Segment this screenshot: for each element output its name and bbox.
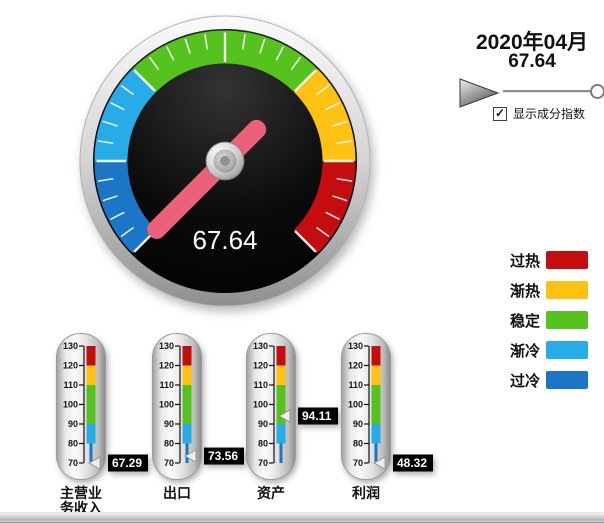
show-components-label: 显示成分指数 xyxy=(513,105,585,122)
legend-item: 稳定 xyxy=(498,311,588,329)
svg-text:80: 80 xyxy=(353,439,363,449)
gauge-hub xyxy=(206,142,244,180)
legend-swatch xyxy=(546,281,588,299)
thermometer-chart: 70 80 90 100 110 120 130 48.32 利润 xyxy=(341,333,441,490)
value-tag: 73.56 xyxy=(204,448,244,465)
thermometer-tube: 70 80 90 100 110 120 130 94.11 xyxy=(246,333,346,485)
prosperity-dashboard: 67.64 2020年04月 67.64 ✓ 显示成分指数 过热渐热稳定渐冷过冷 xyxy=(0,0,604,523)
svg-text:130: 130 xyxy=(63,341,78,351)
svg-text:73.56: 73.56 xyxy=(208,449,238,463)
value-tag: 48.32 xyxy=(393,455,433,472)
svg-text:100: 100 xyxy=(253,400,268,410)
thermometer-label: 出口 xyxy=(153,486,201,501)
svg-text:130: 130 xyxy=(253,341,268,351)
legend-item-label: 过热 xyxy=(498,250,540,271)
legend-swatch xyxy=(546,311,588,329)
svg-text:120: 120 xyxy=(348,361,363,371)
thermometer-chart: 70 80 90 100 110 120 130 67.29 主营业务收入 xyxy=(56,333,156,490)
svg-text:90: 90 xyxy=(258,419,268,429)
svg-text:120: 120 xyxy=(63,361,78,371)
legend-item-label: 稳定 xyxy=(498,310,540,331)
svg-text:130: 130 xyxy=(348,341,363,351)
svg-text:100: 100 xyxy=(63,400,78,410)
thermometer-tube: 70 80 90 100 110 120 130 48.32 xyxy=(341,333,441,485)
svg-text:90: 90 xyxy=(164,419,174,429)
timeline-slider-handle[interactable] xyxy=(590,84,604,99)
svg-text:130: 130 xyxy=(159,341,174,351)
legend-item: 过热 xyxy=(498,251,588,269)
svg-text:110: 110 xyxy=(159,380,174,390)
svg-text:120: 120 xyxy=(159,361,174,371)
thermometer-chart: 70 80 90 100 110 120 130 94.11 资产 xyxy=(246,333,346,490)
svg-text:67.29: 67.29 xyxy=(112,456,142,470)
timeline-slider-track[interactable] xyxy=(503,90,599,93)
show-components-row: ✓ 显示成分指数 xyxy=(493,105,585,122)
show-components-checkbox[interactable]: ✓ xyxy=(493,107,507,121)
thermometer-label: 资产 xyxy=(247,486,295,501)
svg-text:70: 70 xyxy=(68,458,78,468)
thermometer-label: 利润 xyxy=(342,486,390,501)
svg-text:80: 80 xyxy=(68,439,78,449)
thermometer-chart: 70 80 90 100 110 120 130 73.56 出口 xyxy=(152,333,252,490)
svg-text:120: 120 xyxy=(253,361,268,371)
svg-text:70: 70 xyxy=(164,458,174,468)
gauge-value-label: 67.64 xyxy=(192,225,257,255)
svg-text:110: 110 xyxy=(348,380,363,390)
prosperity-index-gauge: 67.64 xyxy=(75,15,375,307)
svg-text:48.32: 48.32 xyxy=(397,456,427,470)
legend-swatch xyxy=(546,251,588,269)
svg-text:110: 110 xyxy=(253,380,268,390)
legend-item-label: 渐热 xyxy=(498,280,540,301)
svg-text:110: 110 xyxy=(63,380,78,390)
svg-text:90: 90 xyxy=(68,419,78,429)
index-value-label: 67.64 xyxy=(452,51,604,73)
play-icon xyxy=(460,79,498,107)
value-tag: 94.11 xyxy=(298,407,338,424)
svg-text:70: 70 xyxy=(353,458,363,468)
thermometers: 70 80 90 100 110 120 130 67.29 主营业务收入 xyxy=(0,333,604,523)
svg-text:90: 90 xyxy=(353,419,363,429)
svg-text:70: 70 xyxy=(258,458,268,468)
thermometer-tube: 70 80 90 100 110 120 130 73.56 xyxy=(152,333,252,485)
legend-item: 渐热 xyxy=(498,281,588,299)
svg-text:80: 80 xyxy=(258,439,268,449)
value-tag: 67.29 xyxy=(108,455,148,472)
svg-text:94.11: 94.11 xyxy=(302,409,332,423)
thermometer-tube: 70 80 90 100 110 120 130 67.29 xyxy=(56,333,156,485)
gauge-chart: 67.64 xyxy=(75,15,375,307)
svg-text:100: 100 xyxy=(348,400,363,410)
svg-text:100: 100 xyxy=(159,400,174,410)
bottom-frame-bar xyxy=(0,512,604,523)
svg-text:80: 80 xyxy=(164,439,174,449)
